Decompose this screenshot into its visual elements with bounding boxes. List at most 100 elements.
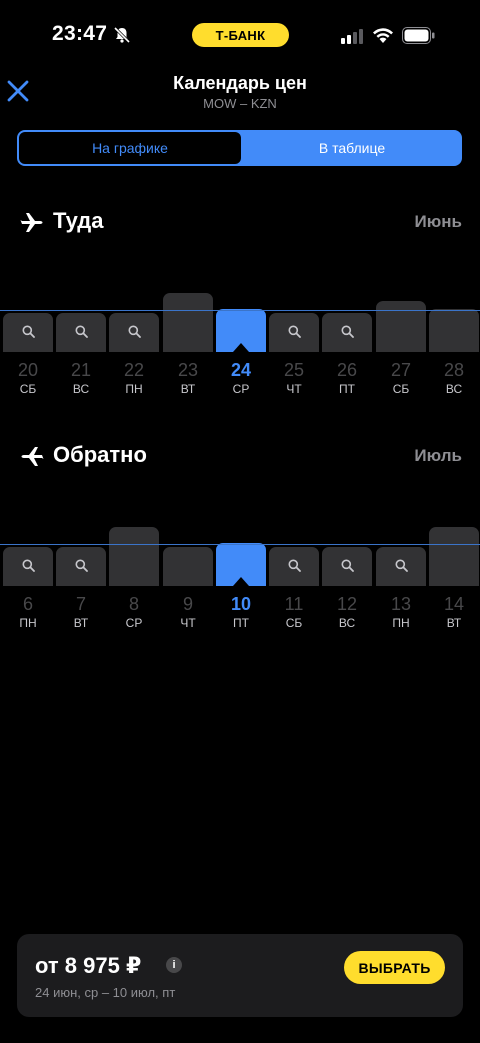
- return-month[interactable]: Июль: [414, 446, 462, 466]
- weekday-label: ПТ: [233, 616, 249, 630]
- weekday-label: ВС: [445, 382, 463, 396]
- price-bar-selected[interactable]: [216, 309, 266, 352]
- day-number: 8: [128, 594, 139, 614]
- day-number: 14: [443, 594, 465, 614]
- day-number: 20: [17, 360, 39, 380]
- page-title: Календарь цен: [173, 73, 307, 93]
- day-26[interactable]: 26 ПТ: [322, 278, 372, 398]
- day-number: 21: [70, 360, 92, 380]
- tab-chart[interactable]: На графике: [19, 132, 241, 164]
- day-number: 26: [336, 360, 358, 380]
- weekday-label: СБ: [19, 382, 37, 396]
- battery-icon: [402, 27, 435, 44]
- day-number: 27: [390, 360, 412, 380]
- price-bar[interactable]: [429, 309, 479, 352]
- day-9[interactable]: 9 ЧТ: [163, 512, 213, 632]
- price-bar[interactable]: [322, 547, 372, 586]
- info-icon[interactable]: i: [166, 957, 182, 973]
- price-bar[interactable]: [109, 527, 159, 586]
- day-13[interactable]: 13 ПН: [376, 512, 426, 632]
- day-22[interactable]: 22 ПН: [109, 278, 159, 398]
- search-icon: [22, 559, 35, 572]
- price-bar[interactable]: [109, 313, 159, 352]
- bell-off-icon: [113, 26, 131, 44]
- day-11[interactable]: 11 СБ: [269, 512, 319, 632]
- price-bar[interactable]: [269, 547, 319, 586]
- day-number: 6: [22, 594, 33, 614]
- weekday-label: ВС: [338, 616, 356, 630]
- day-number: 13: [390, 594, 412, 614]
- day-number: 7: [75, 594, 86, 614]
- day-28[interactable]: 28 ВС: [429, 278, 479, 398]
- price-bar[interactable]: [376, 547, 426, 586]
- plane-departure-icon: [20, 213, 43, 232]
- outbound-chart: 20 СБ 21 ВС 22 ПН 23 ВТ 24 СР 25 ЧТ 26 ПТ 27 СБ 28 ВС: [0, 278, 480, 398]
- price-bar[interactable]: [163, 293, 213, 352]
- day-7[interactable]: 7 ВТ: [56, 512, 106, 632]
- wifi-icon: [373, 28, 393, 43]
- weekday-label: ЧТ: [180, 616, 196, 630]
- cellular-signal-icon: [341, 29, 363, 44]
- day-10[interactable]: 10 ПТ: [216, 512, 266, 632]
- day-6[interactable]: 6 ПН: [3, 512, 53, 632]
- price-threshold-line: [0, 310, 480, 311]
- price-bar[interactable]: [3, 313, 53, 352]
- weekday-label: ВТ: [446, 616, 462, 630]
- outbound-title: Туда: [53, 208, 104, 233]
- weekday-label: ПТ: [339, 382, 355, 396]
- price-summary-card: от 8 975 ₽ i 24 июн, ср – 10 июл, пт ВЫБ…: [17, 934, 463, 1017]
- day-23[interactable]: 23 ВТ: [163, 278, 213, 398]
- search-icon: [395, 559, 408, 572]
- price-label: от 8 975 ₽: [35, 953, 142, 978]
- weekday-label: СБ: [285, 616, 303, 630]
- weekday-label: ВТ: [73, 616, 89, 630]
- day-number: 28: [443, 360, 465, 380]
- day-25[interactable]: 25 ЧТ: [269, 278, 319, 398]
- selected-dates: 24 июн, ср – 10 июл, пт: [35, 985, 176, 1000]
- search-icon: [75, 559, 88, 572]
- search-icon: [75, 325, 88, 338]
- price-bar[interactable]: [269, 313, 319, 352]
- price-bar[interactable]: [56, 313, 106, 352]
- return-title: Обратно: [53, 442, 147, 467]
- price-bar[interactable]: [163, 547, 213, 586]
- view-switcher: На графике В таблице: [17, 130, 462, 166]
- weekday-label: СБ: [392, 382, 410, 396]
- search-icon: [341, 559, 354, 572]
- day-21[interactable]: 21 ВС: [56, 278, 106, 398]
- price-bar[interactable]: [376, 301, 426, 352]
- weekday-label: ПН: [392, 616, 410, 630]
- day-20[interactable]: 20 СБ: [3, 278, 53, 398]
- bank-pill[interactable]: Т-БАНК: [192, 23, 289, 47]
- return-chart: 6 ПН 7 ВТ 8 СР 9 ЧТ 10 ПТ 11 СБ 12 ВС 13 ПН 14 ВТ: [0, 512, 480, 632]
- price-bar[interactable]: [3, 547, 53, 586]
- search-icon: [341, 325, 354, 338]
- day-27[interactable]: 27 СБ: [376, 278, 426, 398]
- selection-notch: [233, 343, 249, 352]
- day-12[interactable]: 12 ВС: [322, 512, 372, 632]
- day-number: 9: [182, 594, 193, 614]
- day-number: 25: [283, 360, 305, 380]
- day-14[interactable]: 14 ВТ: [429, 512, 479, 632]
- day-number: 11: [284, 594, 304, 614]
- weekday-label: ВС: [72, 382, 90, 396]
- price-bar-selected[interactable]: [216, 543, 266, 586]
- weekday-label: СР: [125, 616, 143, 630]
- day-24[interactable]: 24 СР: [216, 278, 266, 398]
- search-icon: [288, 559, 301, 572]
- day-number: 22: [123, 360, 145, 380]
- plane-return-icon: [21, 447, 44, 466]
- search-icon: [128, 325, 141, 338]
- day-number: 23: [177, 360, 199, 380]
- weekday-label: ЧТ: [286, 382, 302, 396]
- status-bar: 23:47 Т-БАНК: [0, 0, 480, 70]
- weekday-label: ВТ: [180, 382, 196, 396]
- outbound-month[interactable]: Июнь: [415, 212, 462, 232]
- weekday-label: ПН: [125, 382, 143, 396]
- price-bar[interactable]: [429, 527, 479, 586]
- day-8[interactable]: 8 СР: [109, 512, 159, 632]
- price-bar[interactable]: [56, 547, 106, 586]
- price-bar[interactable]: [322, 313, 372, 352]
- tab-table[interactable]: В таблице: [242, 130, 462, 166]
- choose-button[interactable]: ВЫБРАТЬ: [344, 951, 445, 984]
